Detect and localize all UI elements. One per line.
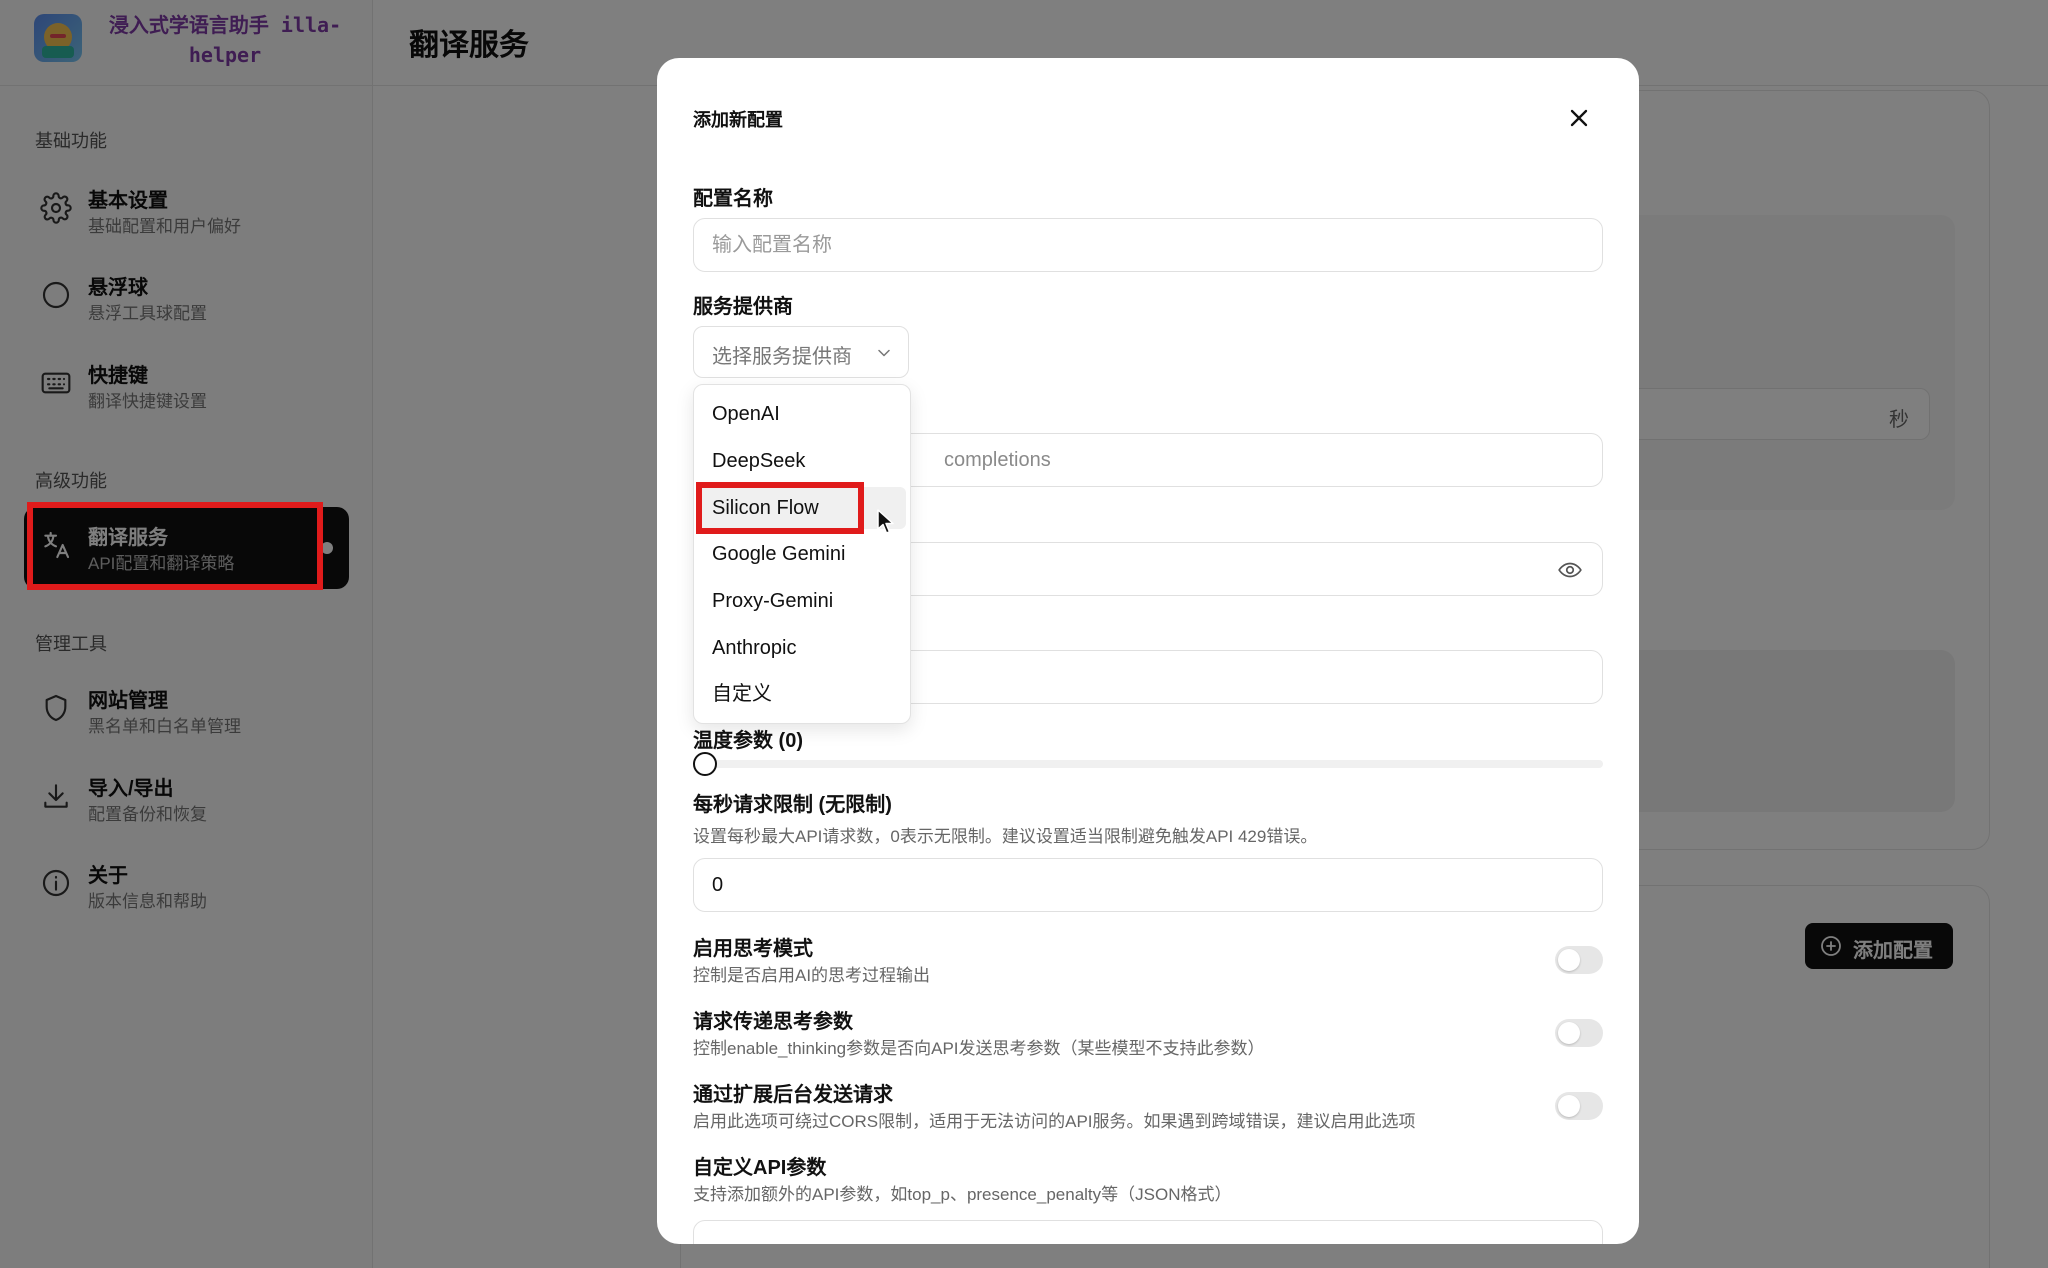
provider-option-silicon-flow[interactable]: Silicon Flow xyxy=(698,487,906,529)
provider-option-deepseek[interactable]: DeepSeek xyxy=(698,440,906,482)
add-config-modal: 添加新配置 配置名称 服务提供商 选择服务提供商 completions Ope… xyxy=(657,58,1639,1244)
provider-select[interactable]: 选择服务提供商 xyxy=(693,326,909,378)
provider-option-google-gemini[interactable]: Google Gemini xyxy=(698,533,906,575)
custom-params-input[interactable] xyxy=(693,1220,1603,1244)
api-endpoint-fragment: completions xyxy=(944,449,1051,471)
temperature-slider-track[interactable] xyxy=(703,760,1603,768)
temperature-label: 温度参数 (0) xyxy=(693,730,803,752)
thinking-mode-toggle[interactable] xyxy=(1555,946,1603,974)
close-icon[interactable] xyxy=(1565,104,1593,132)
rate-limit-input[interactable]: 0 xyxy=(693,858,1603,912)
rate-limit-help: 设置每秒最大API请求数，0表示无限制。建议设置适当限制避免触发API 429错… xyxy=(693,827,1318,846)
provider-option-openai[interactable]: OpenAI xyxy=(698,393,906,435)
thinking-mode-label: 启用思考模式 xyxy=(693,938,813,960)
provider-option-anthropic[interactable]: Anthropic xyxy=(698,627,906,669)
provider-select-placeholder: 选择服务提供商 xyxy=(712,346,852,368)
provider-dropdown-menu: OpenAI DeepSeek Silicon Flow Google Gemi… xyxy=(693,384,911,724)
config-name-label: 配置名称 xyxy=(693,188,773,210)
rate-limit-label: 每秒请求限制 (无限制) xyxy=(693,794,892,816)
background-request-help: 启用此选项可绕过CORS限制，适用于无法访问的API服务。如果遇到跨域错误，建议… xyxy=(693,1112,1416,1131)
thinking-param-label: 请求传递思考参数 xyxy=(693,1011,853,1033)
config-name-input[interactable] xyxy=(693,218,1603,272)
thinking-mode-help: 控制是否启用AI的思考过程输出 xyxy=(693,966,931,985)
provider-option-custom[interactable]: 自定义 xyxy=(698,673,906,715)
temperature-slider-thumb[interactable] xyxy=(693,752,717,776)
background-request-label: 通过扩展后台发送请求 xyxy=(693,1084,893,1106)
thinking-param-help: 控制enable_thinking参数是否向API发送思考参数（某些模型不支持此… xyxy=(693,1039,1265,1058)
provider-label: 服务提供商 xyxy=(693,296,793,318)
mouse-cursor-icon xyxy=(876,508,898,536)
thinking-param-toggle[interactable] xyxy=(1555,1019,1603,1047)
modal-title: 添加新配置 xyxy=(693,110,783,130)
provider-option-proxy-gemini[interactable]: Proxy-Gemini xyxy=(698,580,906,622)
eye-icon[interactable] xyxy=(1557,557,1583,583)
custom-params-label: 自定义API参数 xyxy=(693,1157,827,1179)
custom-params-help: 支持添加额外的API参数，如top_p、presence_penalty等（JS… xyxy=(693,1185,1232,1204)
chevron-down-icon xyxy=(874,343,894,363)
background-request-toggle[interactable] xyxy=(1555,1092,1603,1120)
